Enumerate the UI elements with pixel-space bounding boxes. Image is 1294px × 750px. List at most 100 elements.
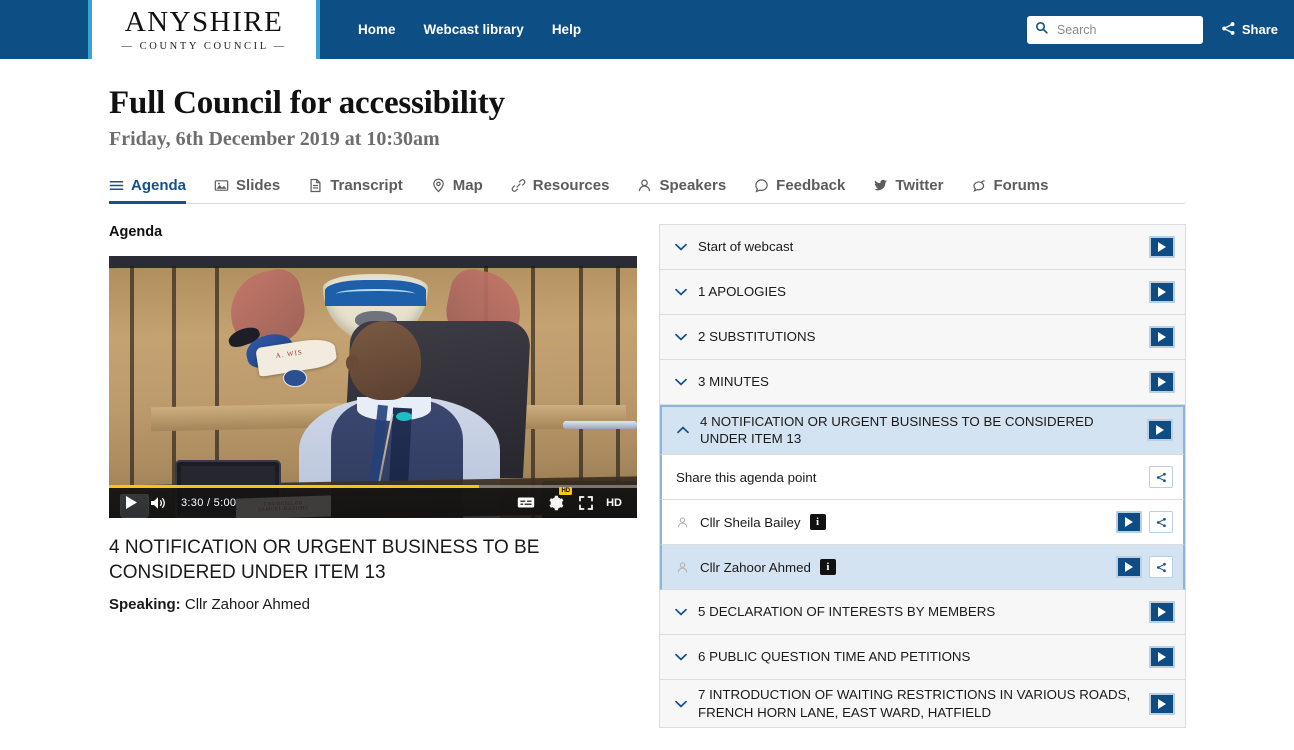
chevron-down-icon[interactable]	[674, 333, 688, 341]
quality-label[interactable]: HD	[602, 497, 629, 509]
chevron-down-icon[interactable]	[674, 243, 688, 251]
agenda-item-7-waiting-restrictions[interactable]: 7 INTRODUCTION OF WAITING RESTRICTIONS I…	[660, 680, 1185, 729]
play-button[interactable]	[117, 488, 145, 518]
nav-item-webcast-library[interactable]: Webcast library	[424, 22, 524, 37]
tab-resources[interactable]: Resources	[497, 177, 624, 203]
settings-button[interactable]: HD	[542, 486, 573, 518]
chevron-up-icon[interactable]	[676, 426, 690, 434]
agenda-item-actions	[1149, 370, 1175, 393]
person-icon	[637, 178, 652, 193]
page-subtitle: Friday, 6th December 2019 at 10:30am	[109, 127, 440, 150]
video-scene-motto-text: A. WIS	[274, 348, 304, 361]
tab-twitter[interactable]: Twitter	[859, 177, 957, 203]
speaker-play-button[interactable]	[1116, 556, 1142, 579]
agenda-item-actions	[1149, 235, 1175, 258]
chevron-down-icon[interactable]	[674, 700, 688, 708]
agenda-item-actions	[1147, 419, 1173, 442]
speaker-actions	[1116, 556, 1173, 579]
tab-bar: Agenda Slides Transcript Map Resources S…	[109, 177, 1185, 204]
share-agenda-point-label: Share this agenda point	[676, 469, 817, 485]
speaker-name-group: Cllr Zahoor Ahmed i	[700, 559, 1106, 576]
current-speaker-line: Speaking: Cllr Zahoor Ahmed	[109, 596, 637, 613]
share-button[interactable]: Share	[1221, 21, 1278, 39]
video-scene-slat	[130, 266, 135, 518]
speaker-actions	[1116, 511, 1173, 534]
speaker-row-zahoor-ahmed[interactable]: Cllr Zahoor Ahmed i	[660, 545, 1185, 591]
agenda-play-button[interactable]	[1149, 692, 1175, 715]
captions-button[interactable]	[512, 488, 540, 518]
current-item-title: 4 NOTIFICATION OR URGENT BUSINESS TO BE …	[109, 536, 540, 584]
link-icon	[511, 178, 526, 193]
agenda-item-label: 7 INTRODUCTION OF WAITING RESTRICTIONS I…	[698, 687, 1131, 720]
agenda-item-actions	[1149, 601, 1175, 624]
agenda-item-label: 4 NOTIFICATION OR URGENT BUSINESS TO BE …	[700, 413, 1094, 447]
speaker-share-button[interactable]	[1149, 511, 1173, 534]
video-scene-crest-wave	[336, 288, 416, 299]
agenda-item-start-of-webcast[interactable]: Start of webcast	[660, 224, 1185, 270]
tab-map[interactable]: Map	[417, 177, 497, 203]
tab-transcript[interactable]: Transcript	[294, 177, 417, 203]
twitter-icon	[873, 178, 888, 193]
agenda-item-actions	[1149, 325, 1175, 348]
tab-agenda[interactable]: Agenda	[109, 177, 200, 204]
video-scene-topbar	[109, 255, 637, 268]
video-scene-rail	[563, 420, 637, 429]
agenda-item-6-public-question-time[interactable]: 6 PUBLIC QUESTION TIME AND PETITIONS	[660, 635, 1185, 681]
tab-forums[interactable]: Forums	[957, 177, 1062, 203]
agenda-play-button[interactable]	[1149, 370, 1175, 393]
video-scene-speaker-head	[349, 321, 421, 401]
search-box[interactable]	[1026, 15, 1203, 44]
tab-speakers[interactable]: Speakers	[623, 177, 740, 203]
chevron-down-icon[interactable]	[674, 288, 688, 296]
document-icon	[308, 178, 323, 193]
search-input[interactable]	[1054, 21, 1195, 38]
agenda-item-5-declaration[interactable]: 5 DECLARATION OF INTERESTS BY MEMBERS	[660, 590, 1185, 636]
speaker-name-group: Cllr Sheila Bailey i	[700, 514, 1106, 531]
chevron-down-icon[interactable]	[674, 608, 688, 616]
speaking-label: Speaking:	[109, 596, 181, 614]
agenda-play-button[interactable]	[1149, 280, 1175, 303]
chevron-down-icon[interactable]	[674, 653, 688, 661]
speaker-row-sheila-bailey[interactable]: Cllr Sheila Bailey i	[660, 500, 1185, 546]
header-right-group: Share	[1026, 0, 1278, 59]
agenda-item-1-apologies[interactable]: 1 APOLOGIES	[660, 269, 1185, 315]
speaker-info-badge[interactable]: i	[819, 559, 836, 576]
tab-slides[interactable]: Slides	[200, 177, 294, 203]
nav-item-home[interactable]: Home	[358, 22, 396, 37]
list-icon	[109, 178, 124, 193]
video-player[interactable]: A. WIS COUNCILLOR SAMUEL KASUMU	[109, 255, 637, 518]
agenda-play-button[interactable]	[1147, 419, 1173, 442]
nav-item-help[interactable]: Help	[552, 22, 581, 37]
speaker-share-button[interactable]	[1149, 556, 1173, 579]
agenda-item-actions	[1149, 692, 1175, 715]
agenda-item-4-notification-expanded[interactable]: 4 NOTIFICATION OR URGENT BUSINESS TO BE …	[660, 404, 1185, 456]
speaker-name: Cllr Zahoor Ahmed	[700, 559, 811, 575]
speaker-info-badge[interactable]: i	[809, 514, 826, 531]
tab-feedback-label: Feedback	[776, 176, 846, 194]
agenda-play-button[interactable]	[1149, 601, 1175, 624]
player-column: Agenda A. WIS 3:30 / 5:00 HD HD 4 NOTIFI…	[109, 224, 637, 728]
speaker-play-button[interactable]	[1116, 511, 1142, 534]
share-icon	[1221, 21, 1236, 39]
logo-primary-text: ANYSHIRE	[124, 5, 284, 38]
volume-button[interactable]	[145, 488, 173, 518]
video-time-display: 3:30 / 5:00	[181, 496, 237, 509]
fullscreen-button[interactable]	[572, 488, 600, 518]
site-logo[interactable]: ANYSHIRE — COUNTY COUNCIL —	[88, 0, 320, 59]
tab-forums-label: Forums	[993, 176, 1049, 194]
video-scene-crest-badge	[283, 368, 307, 387]
share-agenda-point-button[interactable]	[1149, 466, 1173, 489]
agenda-item-2-substitutions[interactable]: 2 SUBSTITUTIONS	[660, 314, 1185, 360]
agenda-item-label: 5 DECLARATION OF INTERESTS BY MEMBERS	[698, 604, 996, 620]
page-title: Full Council for accessibility	[109, 85, 505, 121]
agenda-play-button[interactable]	[1149, 325, 1175, 348]
chevron-down-icon[interactable]	[674, 378, 688, 386]
tab-speakers-label: Speakers	[659, 176, 727, 194]
agenda-item-actions	[1149, 280, 1175, 303]
agenda-list: Start of webcast 1 APOLOGIES 2 SUBSTITUT…	[659, 223, 1186, 729]
agenda-play-button[interactable]	[1149, 646, 1175, 669]
agenda-play-button[interactable]	[1149, 235, 1175, 258]
image-icon	[214, 178, 229, 193]
agenda-item-3-minutes[interactable]: 3 MINUTES	[660, 359, 1185, 405]
tab-feedback[interactable]: Feedback	[740, 177, 859, 203]
